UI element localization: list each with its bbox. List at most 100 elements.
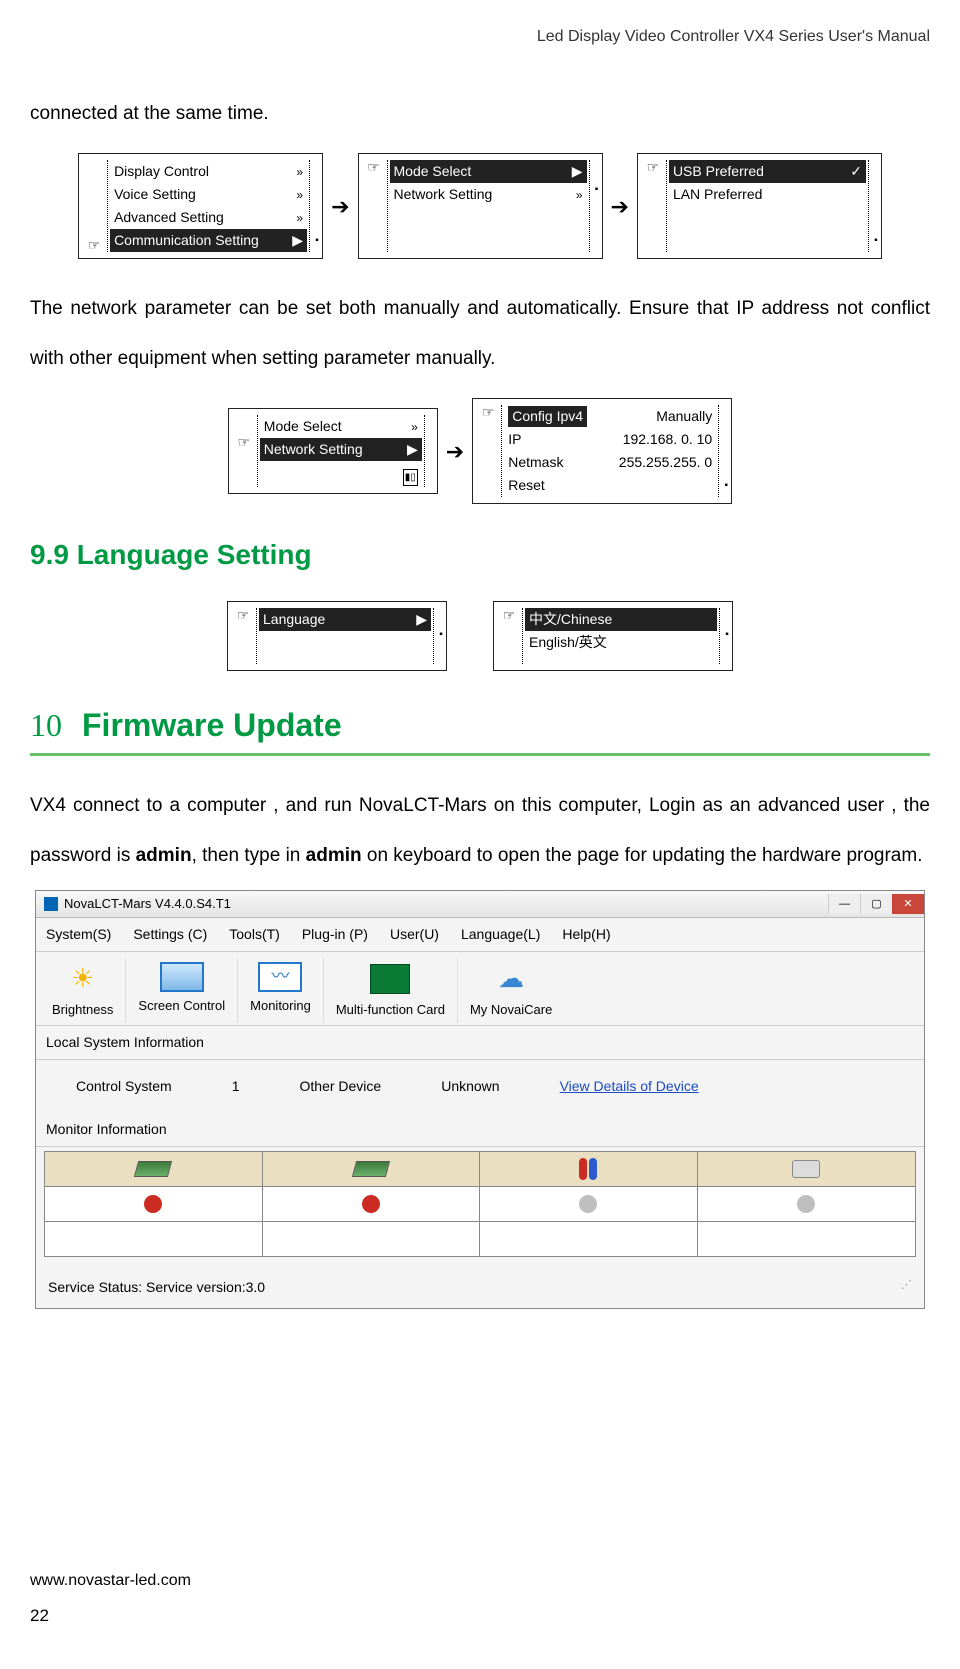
- chevron-right-icon: ▶: [292, 230, 303, 251]
- window-title: NovaLCT-Mars V4.4.0.S4.T1: [64, 894, 231, 914]
- menu-item-label: Language: [263, 609, 325, 630]
- cloud-icon: ☁: [491, 962, 531, 996]
- board-icon: [370, 962, 410, 996]
- view-details-link[interactable]: View Details of Device: [560, 1076, 699, 1097]
- other-device-label: Other Device: [300, 1076, 382, 1097]
- board-icon: [134, 1161, 172, 1177]
- maximize-button[interactable]: ▢: [860, 894, 892, 914]
- toolbar: ☀ Brightness Screen Control 〰 Monitoring…: [36, 952, 924, 1027]
- menu-item-label: Config Ipv4: [508, 406, 587, 427]
- section-heading: 9.9 Language Setting: [30, 534, 930, 576]
- close-button[interactable]: ✕: [892, 894, 924, 914]
- menu-system[interactable]: System(S): [46, 924, 111, 945]
- tool-label: Multi-function Card: [336, 1000, 445, 1020]
- menu-item-label: Mode Select: [394, 161, 472, 182]
- menu-item-label: LAN Preferred: [673, 184, 762, 205]
- other-device-value: Unknown: [441, 1076, 499, 1097]
- status-dot-red: [362, 1195, 380, 1213]
- check-icon: ✓: [850, 161, 862, 182]
- menu-item-label: Display Control: [114, 161, 209, 182]
- picture-icon: [160, 962, 204, 992]
- menu-user[interactable]: User(U): [390, 924, 439, 945]
- menu-item-label: USB Preferred: [673, 161, 764, 182]
- novalct-window: NovaLCT-Mars V4.4.0.S4.T1 — ▢ ✕ System(S…: [35, 890, 925, 1310]
- resize-grip-icon[interactable]: ⋰: [901, 1277, 912, 1298]
- hand-icon: ☞: [482, 405, 495, 419]
- chevron-right-icon: »: [296, 186, 303, 204]
- hand-icon: ☞: [238, 435, 251, 449]
- menu-value: Manually: [656, 406, 712, 427]
- thermometer-icon: [579, 1158, 597, 1180]
- tool-label: Monitoring: [250, 996, 311, 1016]
- tool-mynovaicare[interactable]: ☁ My NovaiCare: [458, 958, 564, 1024]
- arrow-right-icon: ➔: [611, 190, 629, 223]
- chart-icon: 〰: [258, 962, 302, 992]
- service-status: Service Status: Service version:3.0 ⋰: [36, 1267, 924, 1308]
- status-dot-red: [144, 1195, 162, 1213]
- sun-icon: ☀: [63, 962, 103, 996]
- chevron-right-icon: ▶: [407, 439, 418, 460]
- menu-box: ☞ Mode Select▶ Network Setting» ▪: [358, 153, 603, 259]
- menu-item-label: 中文/Chinese: [529, 609, 612, 630]
- menu-box: ☞ Mode Select» Network Setting▶ ▮▯: [228, 408, 438, 494]
- tool-multifunction[interactable]: Multi-function Card: [324, 958, 458, 1024]
- menu-item-label: Communication Setting: [114, 230, 259, 251]
- menu-item-label: Network Setting: [264, 439, 363, 460]
- monitor-table: [44, 1151, 916, 1257]
- hand-icon: ☞: [503, 608, 516, 622]
- status-dot-gray: [579, 1195, 597, 1213]
- hand-icon: ☞: [647, 160, 660, 174]
- menu-value: 255.255.255. 0: [619, 452, 712, 473]
- board-icon: [352, 1161, 390, 1177]
- monitor-info-header: Monitor Information: [36, 1113, 924, 1147]
- page-header: Led Display Video Controller VX4 Series …: [30, 25, 930, 49]
- menu-box: ☞ USB Preferred✓ LAN Preferred ▪: [637, 153, 882, 259]
- chevron-right-icon: »: [296, 163, 303, 181]
- tool-label: Brightness: [52, 1000, 113, 1020]
- tool-monitoring[interactable]: 〰 Monitoring: [238, 958, 324, 1024]
- chevron-right-icon: ▶: [572, 161, 583, 182]
- page-number: 22: [30, 1603, 930, 1629]
- menu-language[interactable]: Language(L): [461, 924, 540, 945]
- paragraph: The network parameter can be set both ma…: [30, 284, 930, 383]
- menu-item-label: English/英文: [529, 632, 607, 653]
- local-system-info: Control System 1 Other Device Unknown Vi…: [36, 1060, 924, 1113]
- chapter-number: 10: [30, 701, 62, 749]
- tool-screen-control[interactable]: Screen Control: [126, 958, 238, 1024]
- arrow-right-icon: ➔: [331, 190, 349, 223]
- minimize-button[interactable]: —: [828, 894, 860, 914]
- menu-item-label: Netmask: [508, 452, 563, 473]
- control-system-label: Control System: [76, 1076, 172, 1097]
- menu-item-label: Mode Select: [264, 416, 342, 437]
- arrow-right-icon: ➔: [446, 435, 464, 468]
- menu-flow-1: ☞ Display Control» Voice Setting» Advanc…: [30, 153, 930, 259]
- menu-item-label: Advanced Setting: [114, 207, 224, 228]
- paragraph: VX4 connect to a computer , and run Nova…: [30, 781, 930, 880]
- menu-item-label: Reset: [508, 475, 545, 496]
- menu-tools[interactable]: Tools(T): [229, 924, 280, 945]
- menu-box: ☞ 中文/Chinese English/英文 ▪: [493, 601, 733, 671]
- hand-icon: ☞: [237, 608, 250, 622]
- menu-flow-2: ☞ Mode Select» Network Setting▶ ▮▯ ➔ ☞ C…: [30, 398, 930, 504]
- menu-plugin[interactable]: Plug-in (P): [302, 924, 368, 945]
- tool-brightness[interactable]: ☀ Brightness: [40, 958, 126, 1024]
- hand-icon: ☞: [367, 160, 380, 174]
- menu-settings[interactable]: Settings (C): [133, 924, 207, 945]
- menu-box: ☞ Config Ipv4Manually IP192.168. 0. 10 N…: [472, 398, 732, 504]
- menu-help[interactable]: Help(H): [562, 924, 610, 945]
- menu-box: ☞ Language▶ ▪: [227, 601, 447, 671]
- local-system-header: Local System Information: [36, 1026, 924, 1060]
- menu-item-label: IP: [508, 429, 521, 450]
- menubar: System(S) Settings (C) Tools(T) Plug-in …: [36, 918, 924, 952]
- chip-icon: [792, 1160, 820, 1178]
- control-system-value: 1: [232, 1076, 240, 1097]
- hand-icon: ☞: [88, 238, 101, 252]
- titlebar: NovaLCT-Mars V4.4.0.S4.T1 — ▢ ✕: [36, 891, 924, 918]
- chevron-right-icon: ▶: [416, 609, 427, 630]
- tool-label: My NovaiCare: [470, 1000, 552, 1020]
- menu-item-label: Network Setting: [394, 184, 493, 205]
- footer-url: www.novastar-led.com: [30, 1569, 930, 1593]
- paragraph: connected at the same time.: [30, 89, 930, 138]
- chapter-title: Firmware Update: [82, 701, 342, 749]
- chevron-right-icon: »: [296, 209, 303, 227]
